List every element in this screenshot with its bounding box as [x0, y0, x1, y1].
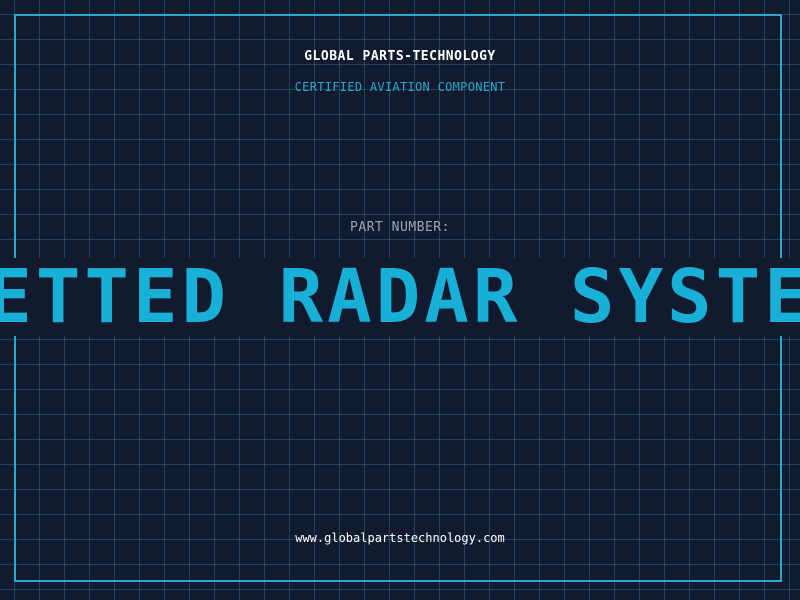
part-title: NETTED RADAR SYSTEM [0, 258, 800, 336]
certificate-card: GLOBAL PARTS-TECHNOLOGY CERTIFIED AVIATI… [0, 0, 800, 600]
website-link[interactable]: www.globalpartstechnology.com [0, 531, 800, 545]
part-number-label: PART NUMBER: [350, 220, 450, 235]
company-name: GLOBAL PARTS-TECHNOLOGY [304, 49, 496, 64]
part-title-band: NETTED RADAR SYSTEM [0, 258, 800, 336]
certification-tagline: CERTIFIED AVIATION COMPONENT [294, 80, 506, 94]
